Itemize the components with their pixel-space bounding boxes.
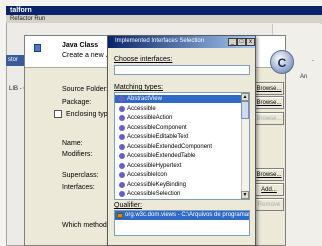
- interface-icon: [119, 143, 125, 150]
- type-list-item-label: Accessible: [127, 105, 156, 112]
- dialog-title: Implemented Interfaces Selection: [115, 38, 205, 44]
- source-folder-label: Source Folder:: [62, 86, 108, 93]
- type-list-item-label: AccessibleSelection: [127, 191, 181, 197]
- qualifier-label: Qualifier:: [114, 202, 143, 209]
- type-list-item[interactable]: AccessibleExtendedTable: [115, 152, 242, 160]
- matching-types-label: Matching types:: [114, 84, 164, 91]
- type-list-item[interactable]: AccessibleKeyBinding: [115, 181, 242, 189]
- type-list-item[interactable]: AccessibleIcon: [115, 171, 242, 179]
- browse-enclosing-button[interactable]: Browse...: [254, 112, 284, 125]
- type-list-item[interactable]: Accessible: [115, 105, 242, 113]
- maximize-button[interactable]: □: [237, 38, 246, 46]
- type-list-item[interactable]: AccessibleHypertext: [115, 162, 242, 170]
- browse-package-button[interactable]: Browse...: [254, 96, 284, 109]
- types-scroll-thumb[interactable]: [241, 101, 249, 119]
- type-list-item-label: AccessibleEditableText: [127, 134, 189, 140]
- eclipse-menu-bar[interactable]: Refactor Run: [6, 15, 322, 23]
- remove-interface-button[interactable]: Remove: [254, 198, 284, 211]
- wizard-title: Java Class: [62, 42, 99, 49]
- package-label: Package:: [62, 99, 92, 106]
- type-list-item[interactable]: AccessibleComponent: [115, 124, 242, 132]
- scroll-down-arrow-icon[interactable]: ▼: [241, 191, 249, 199]
- type-list-item[interactable]: AccessibleEditableText: [115, 133, 242, 141]
- interface-icon: [119, 162, 125, 169]
- browse-superclass-button[interactable]: Browse...: [254, 168, 284, 181]
- interface-icon: [119, 96, 125, 102]
- type-list-item-label: AccessibleExtendedTable: [127, 153, 196, 159]
- interfaces-label: Interfaces:: [62, 184, 95, 191]
- close-button[interactable]: x: [246, 38, 255, 46]
- type-list-item[interactable]: AbstractView: [115, 95, 242, 103]
- right-panel-label: An: [300, 74, 308, 80]
- choose-interfaces-input[interactable]: [114, 65, 250, 75]
- qualifier-item[interactable]: org.w3c.dom.views - C:\Arquivos de progr…: [115, 211, 249, 220]
- interface-icon: [119, 181, 125, 188]
- interface-icon: [119, 124, 125, 131]
- choose-interfaces-label: Choose interfaces:: [114, 56, 173, 63]
- enclosing-type-label: Enclosing typ: [66, 111, 108, 118]
- package-icon: [117, 213, 123, 218]
- interface-icon: [119, 134, 125, 140]
- minimize-button[interactable]: _: [228, 38, 237, 46]
- type-list-item-label: AccessibleAction: [127, 115, 173, 121]
- right-panel-marker: -: [312, 58, 314, 64]
- type-list-item-label: AccessibleKeyBinding: [127, 181, 187, 188]
- superclass-label: Superclass:: [62, 172, 99, 179]
- interface-icon: [119, 105, 125, 112]
- scroll-up-arrow-icon[interactable]: ▲: [241, 93, 249, 101]
- type-list-item-label: AccessibleHypertext: [127, 162, 182, 169]
- browse-source-folder-button[interactable]: Browse...: [254, 82, 284, 95]
- interface-icon: [119, 115, 125, 121]
- name-label: Name:: [62, 140, 83, 147]
- matching-types-list[interactable]: AbstractView Accessible AccessibleAction Ac…: [114, 92, 250, 200]
- modifiers-label: Modifiers:: [62, 151, 93, 158]
- type-list-item-label: AbstractView: [127, 96, 162, 102]
- type-list-item-label: AccessibleComponent: [127, 124, 187, 131]
- type-list-item[interactable]: AccessibleSelection: [115, 190, 242, 198]
- interface-icon: [119, 172, 125, 178]
- interface-icon: [119, 191, 125, 197]
- eclipse-title: talforn: [6, 6, 322, 15]
- eclipse-c-logo: C: [270, 50, 294, 74]
- type-list-item-label: AccessibleIcon: [127, 172, 168, 178]
- type-list-item-label: AccessibleExtendedComponent: [127, 143, 213, 150]
- add-interface-button[interactable]: Add...: [254, 183, 284, 196]
- type-list-item[interactable]: AccessibleExtendedComponent: [115, 143, 242, 151]
- java-class-icon: [34, 44, 41, 52]
- type-list-item[interactable]: AccessibleAction: [115, 114, 242, 122]
- interface-icon: [119, 153, 125, 159]
- enclosing-type-checkbox[interactable]: [54, 110, 62, 118]
